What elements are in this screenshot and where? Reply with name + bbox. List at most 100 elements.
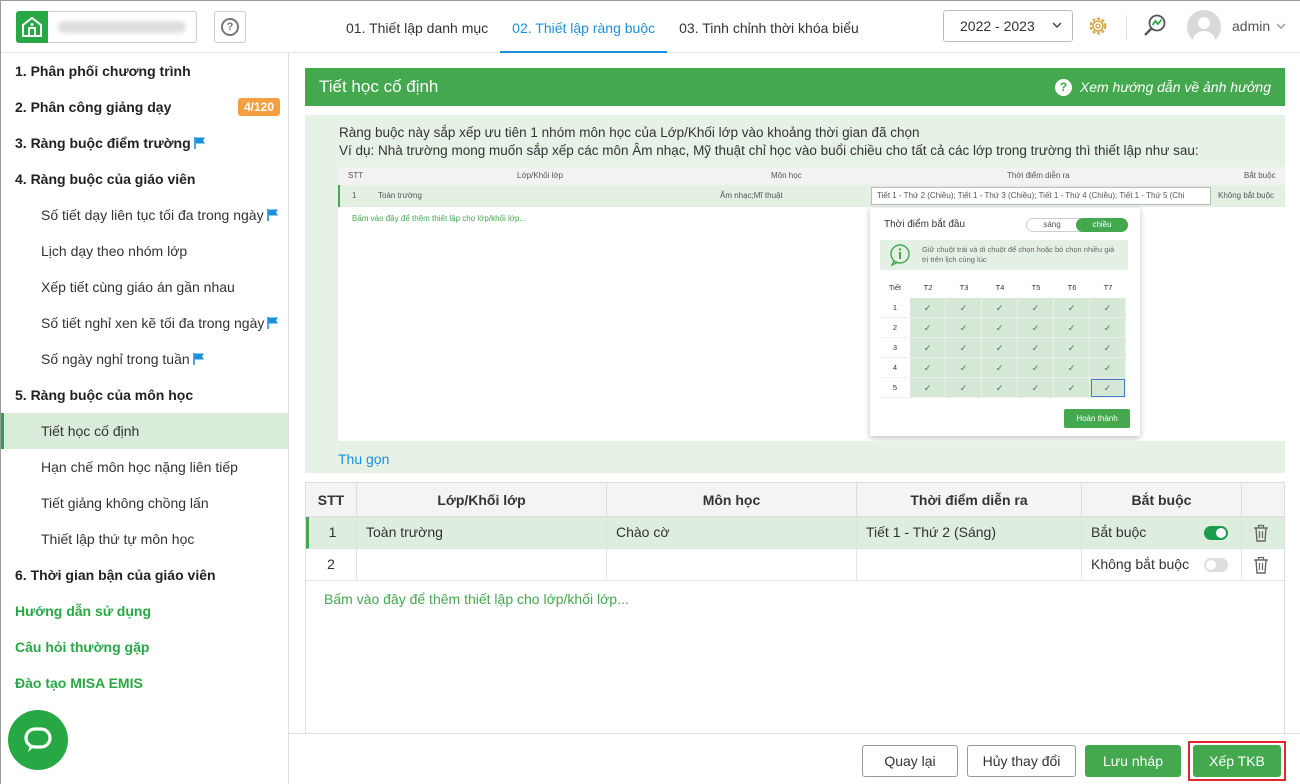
cell-time[interactable] [857, 549, 1082, 580]
example-cell: Âm nhạc;Mĩ thuật [720, 191, 783, 200]
collapse-link[interactable]: Thu gọn [338, 451, 389, 467]
grid-cell: ✓ [910, 358, 946, 378]
sidebar-link-user-guide[interactable]: Hướng dẫn sử dụng [1, 593, 288, 629]
sidebar-item-label: 1. Phân phối chương trình [15, 63, 191, 79]
chat-icon [24, 727, 52, 752]
avatar[interactable] [1187, 10, 1221, 44]
section-header: Tiết học cố định ? Xem hướng dẫn về ảnh … [305, 68, 1285, 106]
tab-fine-tune-timetable[interactable]: 03. Tinh chỉnh thời khóa biểu [667, 1, 871, 53]
grid-cell: ✓ [982, 378, 1018, 398]
sidebar-item-same-lesson-plan[interactable]: Xếp tiết cùng giáo án gần nhau [1, 269, 288, 305]
guide-link-label: Xem hướng dẫn về ảnh hưởng [1079, 79, 1271, 95]
sidebar-item-label: Số tiết dạy liên tục tối đa trong ngày [41, 207, 264, 223]
grid-cell: ✓ [946, 298, 982, 318]
sidebar-item-limit-heavy-subjects[interactable]: Hạn chế môn học nặng liên tiếp [1, 449, 288, 485]
sidebar-item-max-gap-periods[interactable]: Số tiết nghỉ xen kẽ tối đa trong ngày [1, 305, 288, 341]
school-year-select[interactable]: 2022 - 2023 [943, 10, 1073, 42]
chat-button[interactable] [8, 710, 68, 770]
sidebar-item-label: Hạn chế môn học nặng liên tiếp [41, 459, 238, 475]
sidebar-item-fixed-periods[interactable]: Tiết học cố định [1, 413, 288, 449]
popup-title: Thời điểm bắt đầu [884, 219, 966, 230]
home-logo-icon[interactable] [16, 11, 48, 43]
required-toggle[interactable] [1204, 526, 1228, 540]
example-header-cell: Lớp/Khối lớp [517, 171, 564, 180]
sidebar-item-subject-order[interactable]: Thiết lập thứ tự môn học [1, 521, 288, 557]
cell-class[interactable]: Toàn trường [357, 517, 607, 548]
sidebar-item-no-overlap-periods[interactable]: Tiết giảng không chồng lấn [1, 485, 288, 521]
grid-cell: ✓ [1054, 318, 1090, 338]
sidebar-item-campus-constraints[interactable]: 3. Ràng buộc điểm trường [1, 125, 288, 161]
sidebar-item-label: Đào tạo MISA EMIS [15, 675, 143, 691]
sidebar-item-subject-constraints[interactable]: 5. Ràng buộc của môn học [1, 377, 288, 413]
flag-icon [192, 353, 204, 365]
sidebar-item-teaching-assignment[interactable]: 2. Phân công giảng dạy 4/120 [1, 89, 288, 125]
sidebar-item-label: Tiết học cố định [41, 423, 140, 439]
footer-actions: Quay lại Hủy thay đổi Lưu nháp Xếp TKB [289, 733, 1300, 784]
grid-cell: ✓ [946, 378, 982, 398]
grid-header-day: T3 [959, 283, 969, 292]
grid-cell: ✓ [946, 358, 982, 378]
back-button[interactable]: Quay lại [862, 745, 958, 777]
grid-cell: ✓ [910, 378, 946, 398]
sidebar-item-days-off-per-week[interactable]: Số ngày nghỉ trong tuần [1, 341, 288, 377]
guide-link[interactable]: ? Xem hướng dẫn về ảnh hưởng [1054, 68, 1271, 106]
trash-icon[interactable] [1253, 524, 1269, 542]
info-bubble-icon [890, 244, 910, 267]
cell-subject[interactable] [607, 549, 857, 580]
grid-cell: ✓ [910, 318, 946, 338]
grid-row-label: 4 [880, 358, 910, 378]
generate-timetable-button[interactable]: Xếp TKB [1193, 745, 1281, 777]
grid-header-day: T5 [1031, 283, 1041, 292]
grid-cell: ✓ [1090, 358, 1126, 378]
table-row[interactable]: 2 Không bắt buộc [306, 549, 1284, 581]
cell-subject[interactable]: Chào cờ [607, 517, 857, 548]
cell-time[interactable]: Tiết 1 - Thứ 2 (Sáng) [857, 517, 1082, 548]
example-text: Ví dụ: Nhà trường mong muốn sắp xếp các … [339, 143, 1199, 158]
sidebar-item-teacher-constraints[interactable]: 4. Ràng buộc của giáo viên [1, 161, 288, 197]
sidebar-item-teacher-busy-time[interactable]: 6. Thời gian bận của giáo viên [1, 557, 288, 593]
sidebar-item-program-distribution[interactable]: 1. Phân phối chương trình [1, 53, 288, 89]
cancel-changes-button[interactable]: Hủy thay đổi [967, 745, 1076, 777]
col-header-class: Lớp/Khối lớp [357, 483, 607, 517]
username-label[interactable]: admin [1232, 18, 1270, 34]
required-toggle[interactable] [1204, 558, 1228, 572]
add-setting-link[interactable]: Bấm vào đây để thêm thiết lập cho lớp/kh… [324, 591, 629, 607]
grid-cell: ✓ [982, 298, 1018, 318]
sidebar-item-label: Xếp tiết cùng giáo án gần nhau [41, 279, 235, 295]
col-header-stt: STT [306, 483, 357, 517]
top-header: ? 01. Thiết lập danh mục 02. Thiết lập r… [1, 1, 1300, 53]
example-table-header: STT Lớp/Khối lớp Môn học Thời điểm diễn … [338, 167, 1285, 185]
sidebar-item-label: Lịch dạy theo nhóm lớp [41, 243, 188, 259]
chevron-down-icon[interactable] [1275, 18, 1287, 37]
col-header-subject: Môn học [607, 483, 857, 517]
sidebar-item-max-consecutive-periods[interactable]: Số tiết dạy liên tục tối đa trong ngày [1, 197, 288, 233]
sidebar-item-label: Câu hỏi thường gặp [15, 639, 150, 655]
sidebar-item-class-group-schedule[interactable]: Lịch dạy theo nhóm lớp [1, 233, 288, 269]
flag-icon [267, 317, 279, 329]
analytics-search-icon[interactable] [1142, 13, 1168, 39]
example-screenshot: STT Lớp/Khối lớp Môn học Thời điểm diễn … [338, 167, 1285, 441]
cell-stt: 2 [306, 549, 357, 580]
col-header-actions [1242, 483, 1284, 517]
example-header-cell: STT [348, 171, 364, 180]
header-divider [1126, 15, 1127, 39]
cell-class[interactable] [357, 549, 607, 580]
table-row[interactable]: 1 Toàn trường Chào cờ Tiết 1 - Thứ 2 (Sá… [306, 517, 1284, 549]
save-draft-button[interactable]: Lưu nháp [1085, 745, 1181, 777]
sidebar-link-training[interactable]: Đào tạo MISA EMIS [1, 665, 288, 701]
sidebar-item-label: Tiết giảng không chồng lấn [41, 495, 209, 511]
sidebar: 1. Phân phối chương trình 2. Phân công g… [1, 53, 289, 784]
tab-setup-constraints[interactable]: 02. Thiết lập ràng buộc [500, 1, 668, 53]
example-header-cell: Thời điểm diễn ra [1007, 171, 1070, 180]
trash-icon[interactable] [1253, 556, 1269, 574]
grid-cell: ✓ [1090, 378, 1126, 398]
help-button[interactable]: ? [214, 11, 246, 43]
chevron-down-icon [1051, 11, 1063, 53]
school-name-field[interactable] [48, 11, 197, 43]
sidebar-link-faq[interactable]: Câu hỏi thường gặp [1, 629, 288, 665]
sidebar-item-label: Hướng dẫn sử dụng [15, 603, 151, 619]
gear-icon[interactable] [1087, 15, 1109, 37]
grid-cell: ✓ [946, 318, 982, 338]
example-cell: Không bắt buộc [1218, 191, 1275, 200]
tab-setup-catalog[interactable]: 01. Thiết lập danh mục [334, 1, 500, 53]
